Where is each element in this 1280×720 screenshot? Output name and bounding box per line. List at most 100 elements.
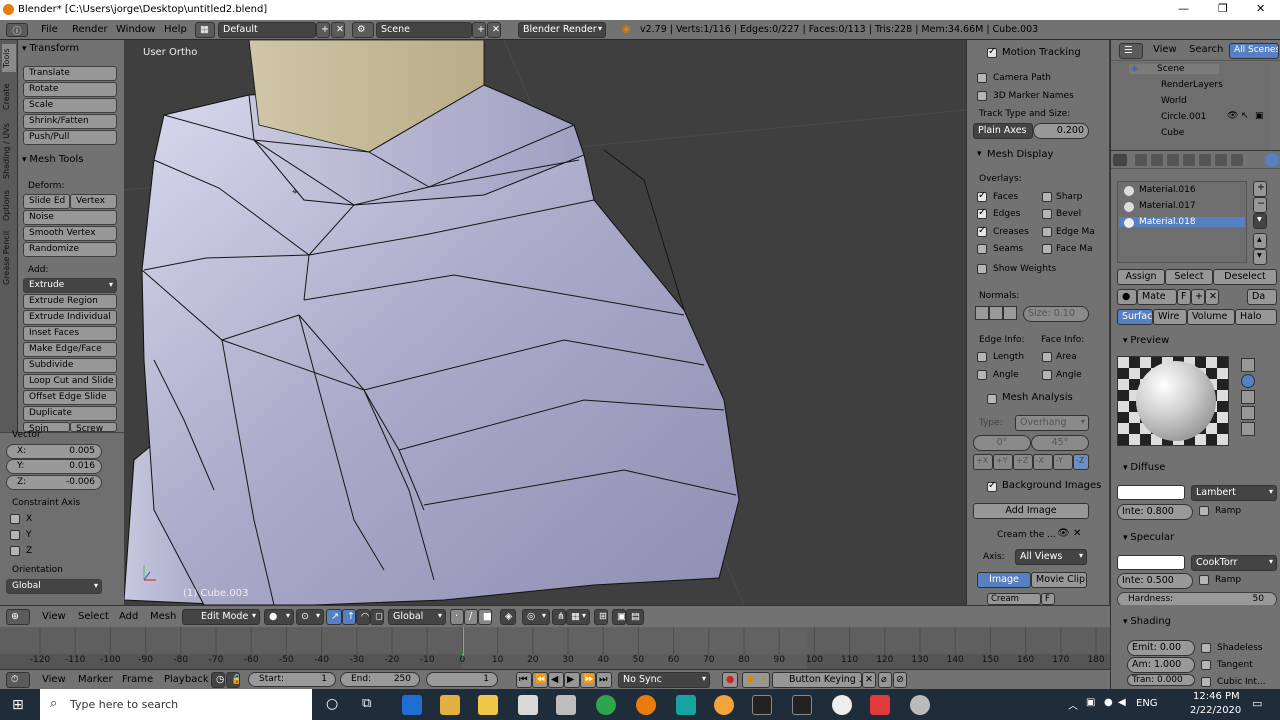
context-modifiers-icon[interactable] — [1215, 154, 1227, 166]
extrude-dropdown[interactable]: Extrude — [23, 278, 117, 293]
jump-start-icon[interactable]: ⏮ — [516, 672, 532, 688]
taskbar-search-box[interactable]: ⌕ Type here to search — [40, 689, 312, 720]
play-icon[interactable]: ▶ — [564, 672, 580, 688]
tray-time[interactable]: 12:46 PM — [1193, 691, 1240, 702]
vector-x-field[interactable]: X: 0.005 — [6, 444, 102, 459]
vertex-select-mode-icon[interactable]: · — [450, 609, 464, 625]
windows-start-icon[interactable]: ⊞ — [12, 697, 24, 713]
material-data-dropdown[interactable]: Da — [1247, 289, 1277, 305]
outliner-view-menu[interactable]: View — [1153, 44, 1177, 55]
tangent-shading-checkbox[interactable] — [1201, 660, 1211, 670]
make-edge-face-button[interactable]: Make Edge/Face — [23, 342, 117, 357]
edge-marks-checkbox[interactable] — [1042, 227, 1052, 237]
render-engine-dropdown[interactable]: Blender Render — [518, 22, 606, 38]
timeline-frame-menu[interactable]: Frame — [122, 674, 153, 685]
edges-checkbox[interactable] — [977, 207, 987, 219]
app-last-icon[interactable] — [910, 695, 930, 715]
app3-icon[interactable] — [676, 695, 696, 715]
track-size-field[interactable]: 0.200 — [1033, 123, 1089, 139]
store-icon[interactable] — [440, 695, 460, 715]
slide-edge-button[interactable]: Slide Ed — [23, 194, 70, 209]
rotate-manipulator-icon[interactable]: ◠ — [356, 609, 370, 625]
context-world-icon[interactable] — [1183, 154, 1195, 166]
material-slot-2[interactable]: Material.017 — [1119, 201, 1245, 211]
minimize-icon[interactable]: — — [1178, 2, 1189, 15]
tray-date[interactable]: 2/22/2020 — [1190, 705, 1241, 716]
outliner-item-scene[interactable]: Scene — [1129, 64, 1219, 74]
bg-image-selector[interactable]: Cream — [987, 593, 1041, 605]
auto-keying-icon[interactable]: ● — [722, 672, 738, 688]
mesh-analysis-header[interactable]: Mesh Analysis — [1002, 392, 1073, 403]
task-view-icon[interactable]: ⧉ — [362, 696, 371, 711]
scene-add-icon[interactable]: + — [472, 22, 486, 38]
transform-panel-header[interactable]: Transform — [22, 43, 79, 54]
jump-keyframe-forward-icon[interactable]: ⏩ — [580, 672, 596, 688]
bg-remove-icon[interactable]: ✕ — [1073, 528, 1081, 539]
outliner-search-menu[interactable]: Search — [1189, 44, 1223, 55]
shrink-fatten-button[interactable]: Shrink/Fatten — [23, 114, 117, 129]
jump-end-icon[interactable]: ⏭ — [596, 672, 612, 688]
material-fake-user-button[interactable]: F — [1177, 289, 1191, 305]
viewport-add-menu[interactable]: Add — [119, 611, 138, 622]
chrome-icon[interactable] — [596, 695, 616, 715]
scene-remove-icon[interactable]: ✕ — [487, 22, 501, 38]
constraint-x-checkbox[interactable] — [10, 514, 20, 524]
menu-render[interactable]: Render — [72, 24, 108, 35]
bg-image-tab[interactable]: Image — [977, 572, 1031, 588]
sharp-checkbox[interactable] — [1042, 192, 1052, 202]
constraint-y-checkbox[interactable] — [10, 530, 20, 540]
specular-panel-header[interactable]: Specular — [1123, 532, 1174, 543]
assign-button[interactable]: Assign — [1117, 269, 1165, 285]
push-pull-button[interactable]: Push/Pull — [23, 130, 117, 145]
shadeless-checkbox[interactable] — [1201, 643, 1211, 653]
add-image-button[interactable]: Add Image — [973, 503, 1089, 519]
viewport-select-menu[interactable]: Select — [78, 611, 109, 622]
vector-y-field[interactable]: Y: 0.016 — [6, 459, 102, 474]
select-button[interactable]: Select — [1165, 269, 1213, 285]
jump-keyframe-back-icon[interactable]: ⏪ — [532, 672, 548, 688]
tray-volume-icon[interactable]: ◀ — [1118, 697, 1126, 708]
slide-vertex-button[interactable]: Vertex — [70, 194, 117, 209]
tray-language[interactable]: ENG — [1136, 698, 1158, 709]
analysis-min-field[interactable]: 0° — [973, 435, 1031, 451]
rotate-button[interactable]: Rotate — [23, 82, 117, 97]
diffuse-ramp-checkbox[interactable] — [1199, 506, 1209, 516]
background-images-checkbox[interactable] — [987, 480, 997, 492]
edge-browser-icon[interactable] — [402, 695, 422, 715]
duplicate-button[interactable]: Duplicate — [23, 406, 117, 421]
keying-set-icon[interactable]: ◆ — [742, 672, 770, 688]
close-icon[interactable]: ✕ — [1256, 2, 1265, 15]
translate-button[interactable]: Translate — [23, 66, 117, 81]
bg-visibility-icon[interactable]: 👁 — [1057, 528, 1070, 539]
file-explorer-icon[interactable] — [478, 695, 498, 715]
constraint-z-checkbox[interactable] — [10, 546, 20, 556]
volume-tab[interactable]: Volume — [1187, 309, 1235, 325]
edge-angle-checkbox[interactable] — [977, 370, 987, 380]
smooth-vertex-button[interactable]: Smooth Vertex — [23, 226, 117, 241]
viewport-editor-icon[interactable]: ⊕ — [6, 609, 30, 625]
restrict-select-icon[interactable]: ↖ — [1241, 111, 1249, 121]
brave-icon[interactable] — [714, 695, 734, 715]
info-editor-icon[interactable]: ⓘ — [6, 23, 28, 37]
randomize-button[interactable]: Randomize — [23, 242, 117, 257]
play-reverse-icon[interactable]: ◀ — [548, 672, 564, 688]
preview-monkey-icon[interactable] — [1241, 406, 1255, 420]
preview-sphere-icon[interactable] — [1241, 374, 1255, 388]
material-slot-3[interactable]: Material.018 — [1119, 217, 1245, 227]
tab-options[interactable]: Options — [2, 188, 16, 224]
bg-movie-clip-tab[interactable]: Movie Clip — [1031, 572, 1087, 588]
seams-checkbox[interactable] — [977, 244, 987, 254]
move-slot-down-icon[interactable]: ▾ — [1253, 249, 1267, 265]
background-images-header[interactable]: Background Images — [1002, 480, 1101, 491]
opengl-render-icon[interactable]: ▣ — [612, 609, 626, 625]
camera-path-checkbox[interactable] — [977, 73, 987, 83]
material-browse-icon[interactable]: ● — [1117, 289, 1137, 305]
notifications-icon[interactable]: ▭ — [1252, 697, 1262, 710]
diffuse-panel-header[interactable]: Diffuse — [1123, 462, 1165, 473]
mesh-tools-panel-header[interactable]: Mesh Tools — [22, 154, 83, 165]
context-render-icon[interactable] — [1135, 154, 1147, 166]
axis-pos-z-button[interactable]: +Z — [1013, 454, 1033, 470]
ambient-field[interactable]: Am: 1.000 — [1127, 657, 1195, 673]
context-material-icon[interactable] — [1265, 153, 1279, 167]
noise-button[interactable]: Noise — [23, 210, 117, 225]
